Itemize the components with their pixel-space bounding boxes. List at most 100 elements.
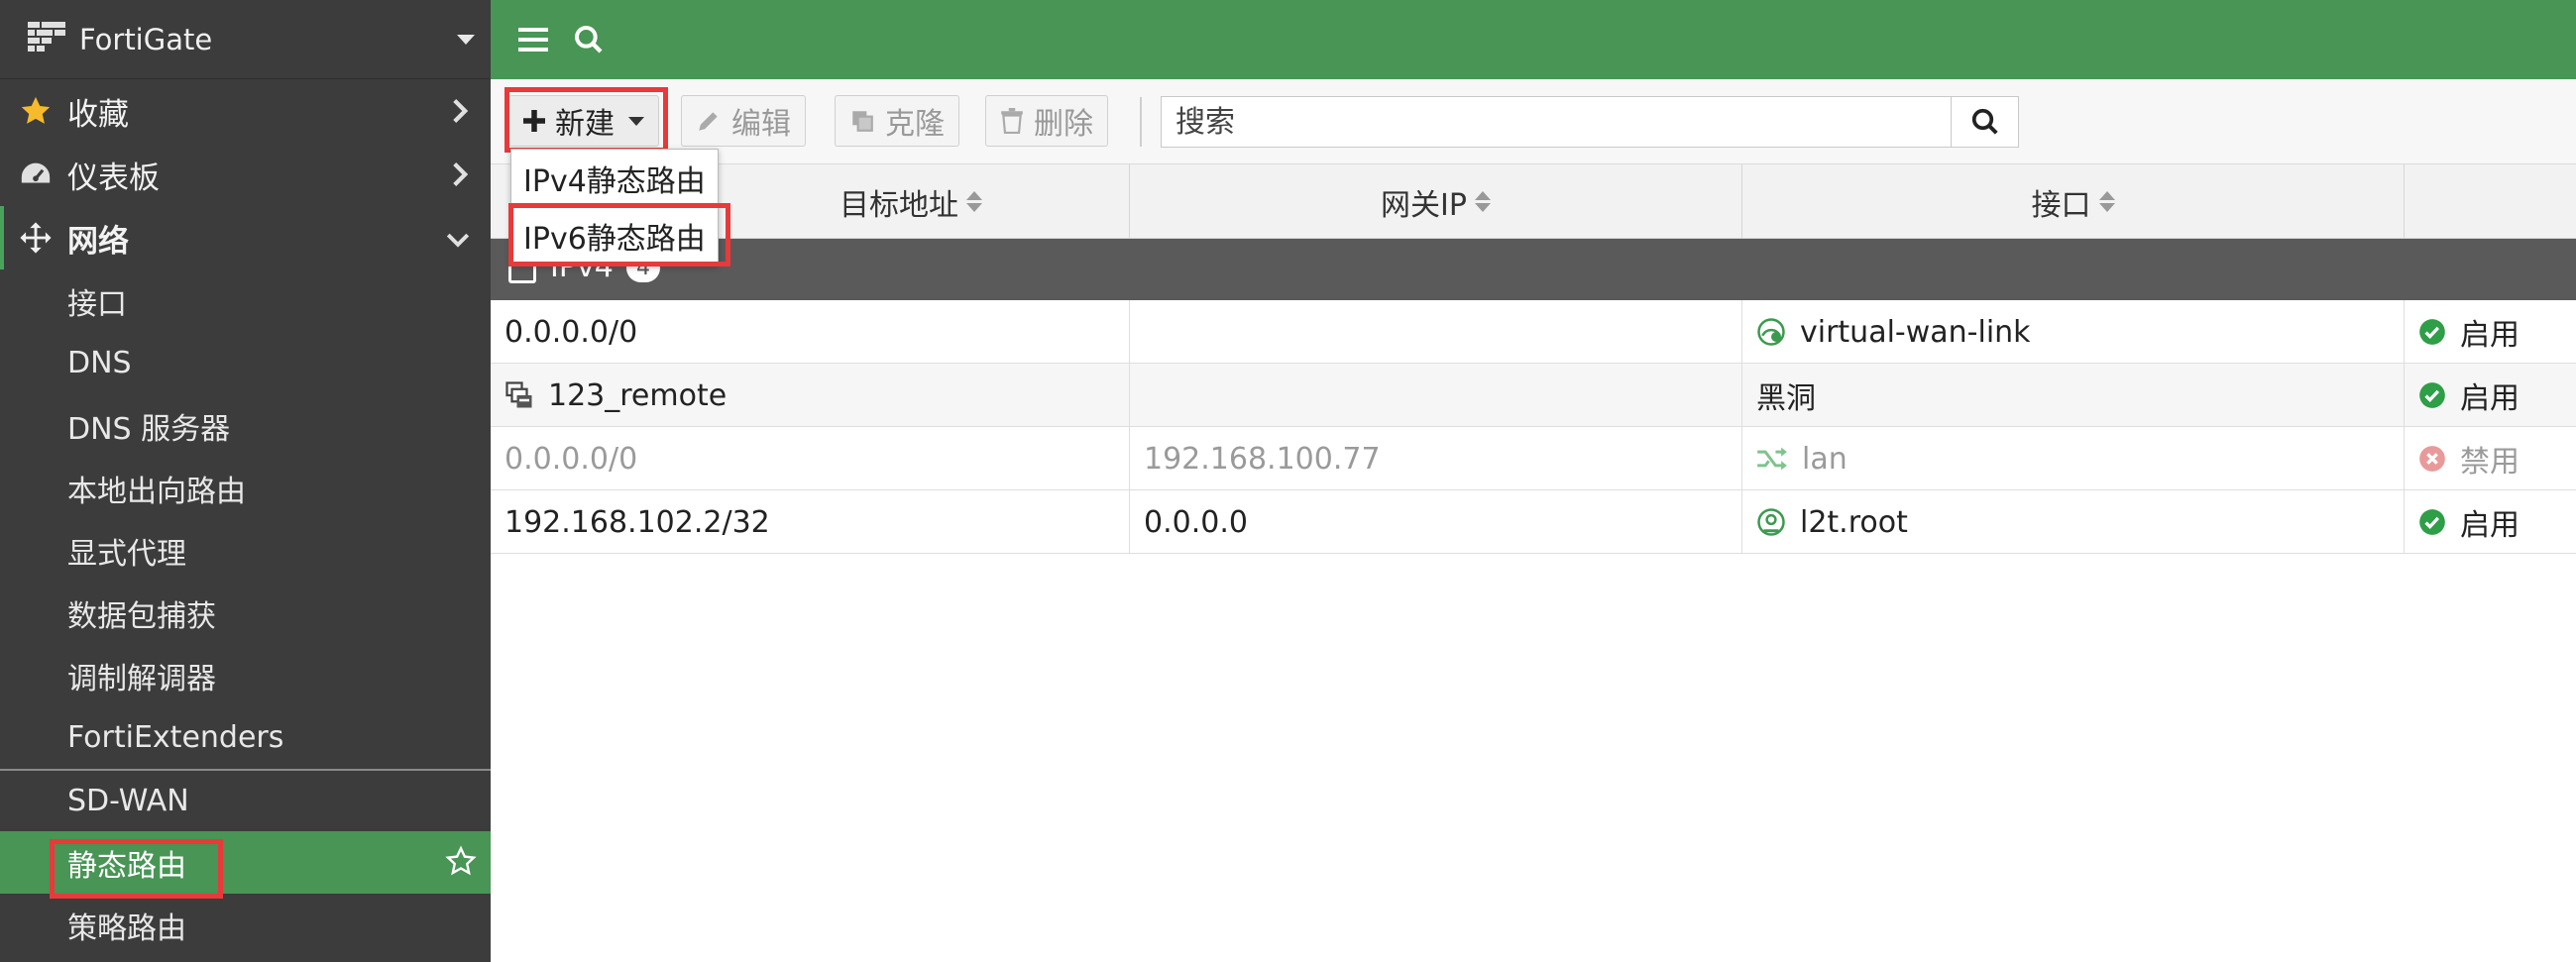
trash-icon	[1000, 108, 1024, 134]
address-group-icon	[504, 380, 534, 410]
sidebar-label: 仪表板	[67, 160, 160, 196]
cell-interface: l2t.root	[1742, 490, 2405, 554]
table-row[interactable]: 0.0.0.0/0 virtual-wan-link 启用	[491, 300, 2576, 364]
column-header-status[interactable]	[2405, 164, 2576, 239]
group-row-ipv4[interactable]: IPv4 4	[491, 239, 2576, 300]
sidebar-item-network[interactable]: 网络	[0, 206, 491, 269]
search-input[interactable]	[1162, 97, 1951, 147]
sidebar-item-dns-servers[interactable]: DNS 服务器	[0, 394, 491, 457]
sidebar-label: 静态路由	[67, 848, 186, 884]
interface-value: lan	[1802, 441, 1848, 477]
gateway-value: 0.0.0.0	[1144, 504, 1248, 540]
edit-label: 编辑	[731, 107, 791, 142]
sidebar-item-explicit-proxy[interactable]: 显式代理	[0, 519, 491, 582]
sidebar-item-fortiextenders[interactable]: FortiExtenders	[0, 706, 491, 769]
gateway-value: 192.168.100.77	[1144, 441, 1381, 477]
destination-value: 0.0.0.0/0	[504, 441, 638, 477]
menu-item-ipv6-static-route[interactable]: IPv6静态路由	[511, 207, 718, 265]
sidebar-label: 调制解调器	[67, 661, 216, 696]
create-new-dropdown-menu: IPv4静态路由 IPv6静态路由	[510, 149, 719, 266]
dashboard-gauge-icon	[18, 157, 54, 192]
copy-icon	[849, 108, 875, 134]
caret-down-icon	[457, 34, 475, 45]
sidebar-item-modem[interactable]: 调制解调器	[0, 644, 491, 706]
chevron-right-icon	[449, 97, 471, 133]
cell-destination: 123_remote	[491, 364, 1130, 427]
brand-name: FortiGate	[79, 22, 213, 56]
sort-icon	[2098, 191, 2115, 212]
hamburger-menu-icon[interactable]	[510, 17, 556, 62]
chevron-right-icon	[449, 160, 471, 196]
sidebar-label: 收藏	[67, 96, 129, 133]
menu-item-label: IPv6静态路由	[523, 222, 706, 257]
cell-destination: 0.0.0.0/0	[491, 300, 1130, 364]
sidebar-item-sd-wan[interactable]: SD-WAN	[0, 769, 491, 831]
sidebar-label: DNS	[67, 346, 132, 380]
cell-interface: lan	[1742, 427, 2405, 490]
cell-gateway: 192.168.100.77	[1130, 427, 1742, 490]
cell-interface: virtual-wan-link	[1742, 300, 2405, 364]
network-move-icon	[18, 220, 54, 256]
search-icon[interactable]	[566, 17, 612, 62]
sidebar-item-favorites[interactable]: 收藏	[0, 79, 491, 143]
delete-button[interactable]: 删除	[985, 95, 1108, 147]
interface-value: virtual-wan-link	[1800, 314, 2031, 350]
toolbar-divider	[1140, 97, 1142, 147]
sidebar-label: DNS 服务器	[67, 411, 231, 447]
destination-value: 0.0.0.0/0	[504, 314, 638, 350]
search-box	[1161, 96, 2019, 148]
clone-button[interactable]: 克隆	[835, 95, 959, 147]
sidebar-item-interfaces[interactable]: 接口	[0, 269, 491, 332]
menu-item-label: IPv4静态路由	[523, 164, 706, 199]
caret-down-icon	[628, 116, 644, 126]
sidebar-item-dashboard[interactable]: 仪表板	[0, 143, 491, 206]
star-icon	[18, 93, 54, 129]
cell-status: 禁用	[2405, 427, 2576, 490]
table-row[interactable]: 192.168.102.2/32 0.0.0.0 l2t.root 启用	[491, 490, 2576, 554]
table-row[interactable]: 0.0.0.0/0 192.168.100.77 lan 禁用	[491, 427, 2576, 490]
sidebar-item-packet-capture[interactable]: 数据包捕获	[0, 582, 491, 644]
sidebar-item-dns[interactable]: DNS	[0, 332, 491, 394]
sdwan-icon	[1756, 317, 1786, 347]
column-header-label: 目标地址	[840, 187, 958, 223]
sort-icon	[1474, 191, 1491, 212]
sidebar-label: 接口	[67, 286, 127, 322]
interface-value: 黑洞	[1756, 381, 1816, 416]
sidebar-item-policy-routes[interactable]: 策略路由	[0, 894, 491, 956]
create-new-label: 新建	[555, 107, 615, 142]
edit-button[interactable]: 编辑	[681, 95, 806, 147]
fortigate-logo-icon	[28, 21, 65, 57]
interface-value: l2t.root	[1800, 504, 1908, 540]
cell-interface: 黑洞	[1742, 364, 2405, 427]
sidebar-label: 数据包捕获	[67, 598, 216, 634]
destination-value: 192.168.102.2/32	[504, 504, 770, 540]
column-header-gateway[interactable]: 网关IP	[1130, 164, 1742, 239]
status-value: 启用	[2460, 508, 2520, 543]
create-new-button[interactable]: 新建	[508, 95, 659, 147]
static-routes-table: 目标地址 网关IP 接口 IPv4 4 0.0.0.0/0 virtual-wa…	[491, 164, 2576, 554]
search-submit-button[interactable]	[1951, 97, 2018, 147]
pencil-icon	[696, 108, 722, 134]
cell-destination: 192.168.102.2/32	[491, 490, 1130, 554]
delete-label: 删除	[1034, 107, 1093, 142]
column-header-label: 网关IP	[1381, 187, 1467, 223]
tunnel-icon	[1756, 507, 1786, 537]
cell-destination: 0.0.0.0/0	[491, 427, 1130, 490]
cell-status: 启用	[2405, 364, 2576, 427]
sidebar-label: FortiExtenders	[67, 720, 284, 755]
check-icon	[2418, 318, 2446, 346]
favorite-star-outline-icon[interactable]	[445, 845, 477, 885]
sidebar-label: 网络	[67, 223, 129, 260]
sidebar-item-static-routes[interactable]: 静态路由	[0, 831, 491, 894]
sidebar-item-local-out-routing[interactable]: 本地出向路由	[0, 457, 491, 519]
column-header-interface[interactable]: 接口	[1742, 164, 2405, 239]
column-header-label: 接口	[2031, 187, 2091, 223]
shuffle-icon	[1756, 446, 1788, 472]
brand-header[interactable]: FortiGate	[0, 0, 491, 79]
disabled-x-icon	[2418, 445, 2446, 473]
table-row[interactable]: 123_remote 黑洞 启用	[491, 364, 2576, 427]
menu-item-ipv4-static-route[interactable]: IPv4静态路由	[511, 150, 718, 207]
sort-icon	[966, 191, 982, 212]
plus-icon	[523, 110, 545, 132]
sidebar-label: 显式代理	[67, 536, 186, 572]
